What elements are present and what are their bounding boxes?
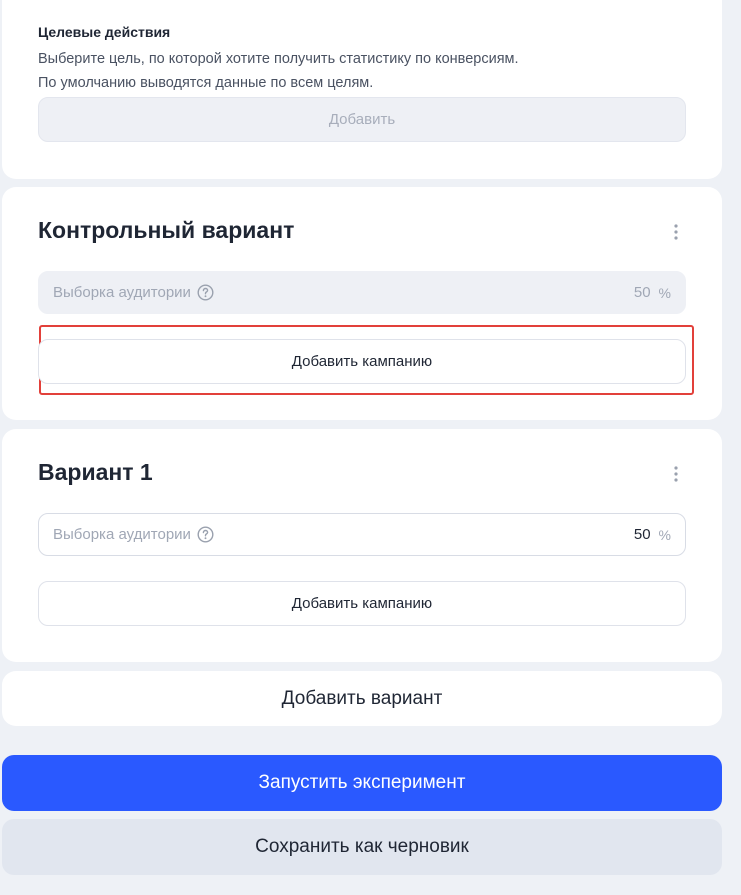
variant-1-card: Вариант 1 Выборка аудитории 50 % Добавит… — [2, 429, 722, 662]
control-variant-title: Контрольный вариант — [38, 217, 295, 243]
audience-unit: % — [658, 526, 671, 543]
control-audience-field[interactable]: Выборка аудитории 50 % — [38, 271, 686, 314]
variant-1-audience-field[interactable]: Выборка аудитории 50 % — [38, 513, 686, 556]
audience-label: Выборка аудитории — [53, 284, 191, 301]
more-vertical-icon[interactable] — [666, 221, 686, 243]
add-variant-button[interactable]: Добавить вариант — [2, 671, 722, 726]
audience-label: Выборка аудитории — [53, 526, 191, 543]
audience-unit: % — [658, 284, 671, 301]
help-circle-icon[interactable] — [197, 526, 214, 543]
more-vertical-icon[interactable] — [666, 463, 686, 485]
control-add-campaign-button[interactable]: Добавить кампанию — [38, 339, 686, 384]
variant-1-add-campaign-button[interactable]: Добавить кампанию — [38, 581, 686, 626]
save-draft-button[interactable]: Сохранить как черновик — [2, 819, 722, 875]
add-variant-card: Добавить вариант — [2, 671, 722, 726]
variant-1-menu-dots — [674, 466, 678, 482]
goals-card: Целевые действия Выберите цель, по котор… — [2, 0, 722, 179]
audience-value: 50 — [633, 284, 651, 301]
launch-experiment-button[interactable]: Запустить эксперимент — [2, 755, 722, 811]
goals-description-line-1: Выберите цель, по которой хотите получит… — [38, 51, 519, 67]
variant-1-title: Вариант 1 — [38, 459, 153, 485]
control-variant-menu-dots — [674, 224, 678, 240]
goals-description-line-2: По умолчанию выводятся данные по всем це… — [38, 75, 374, 91]
goals-title: Целевые действия — [38, 24, 171, 40]
add-goal-button[interactable]: Добавить — [38, 97, 686, 142]
help-circle-icon[interactable] — [197, 284, 214, 301]
goals-description: Выберите цель, по которой хотите получит… — [38, 47, 688, 95]
control-variant-card: Контрольный вариант Выборка аудитории 50… — [2, 187, 722, 420]
audience-value: 50 — [633, 526, 651, 543]
